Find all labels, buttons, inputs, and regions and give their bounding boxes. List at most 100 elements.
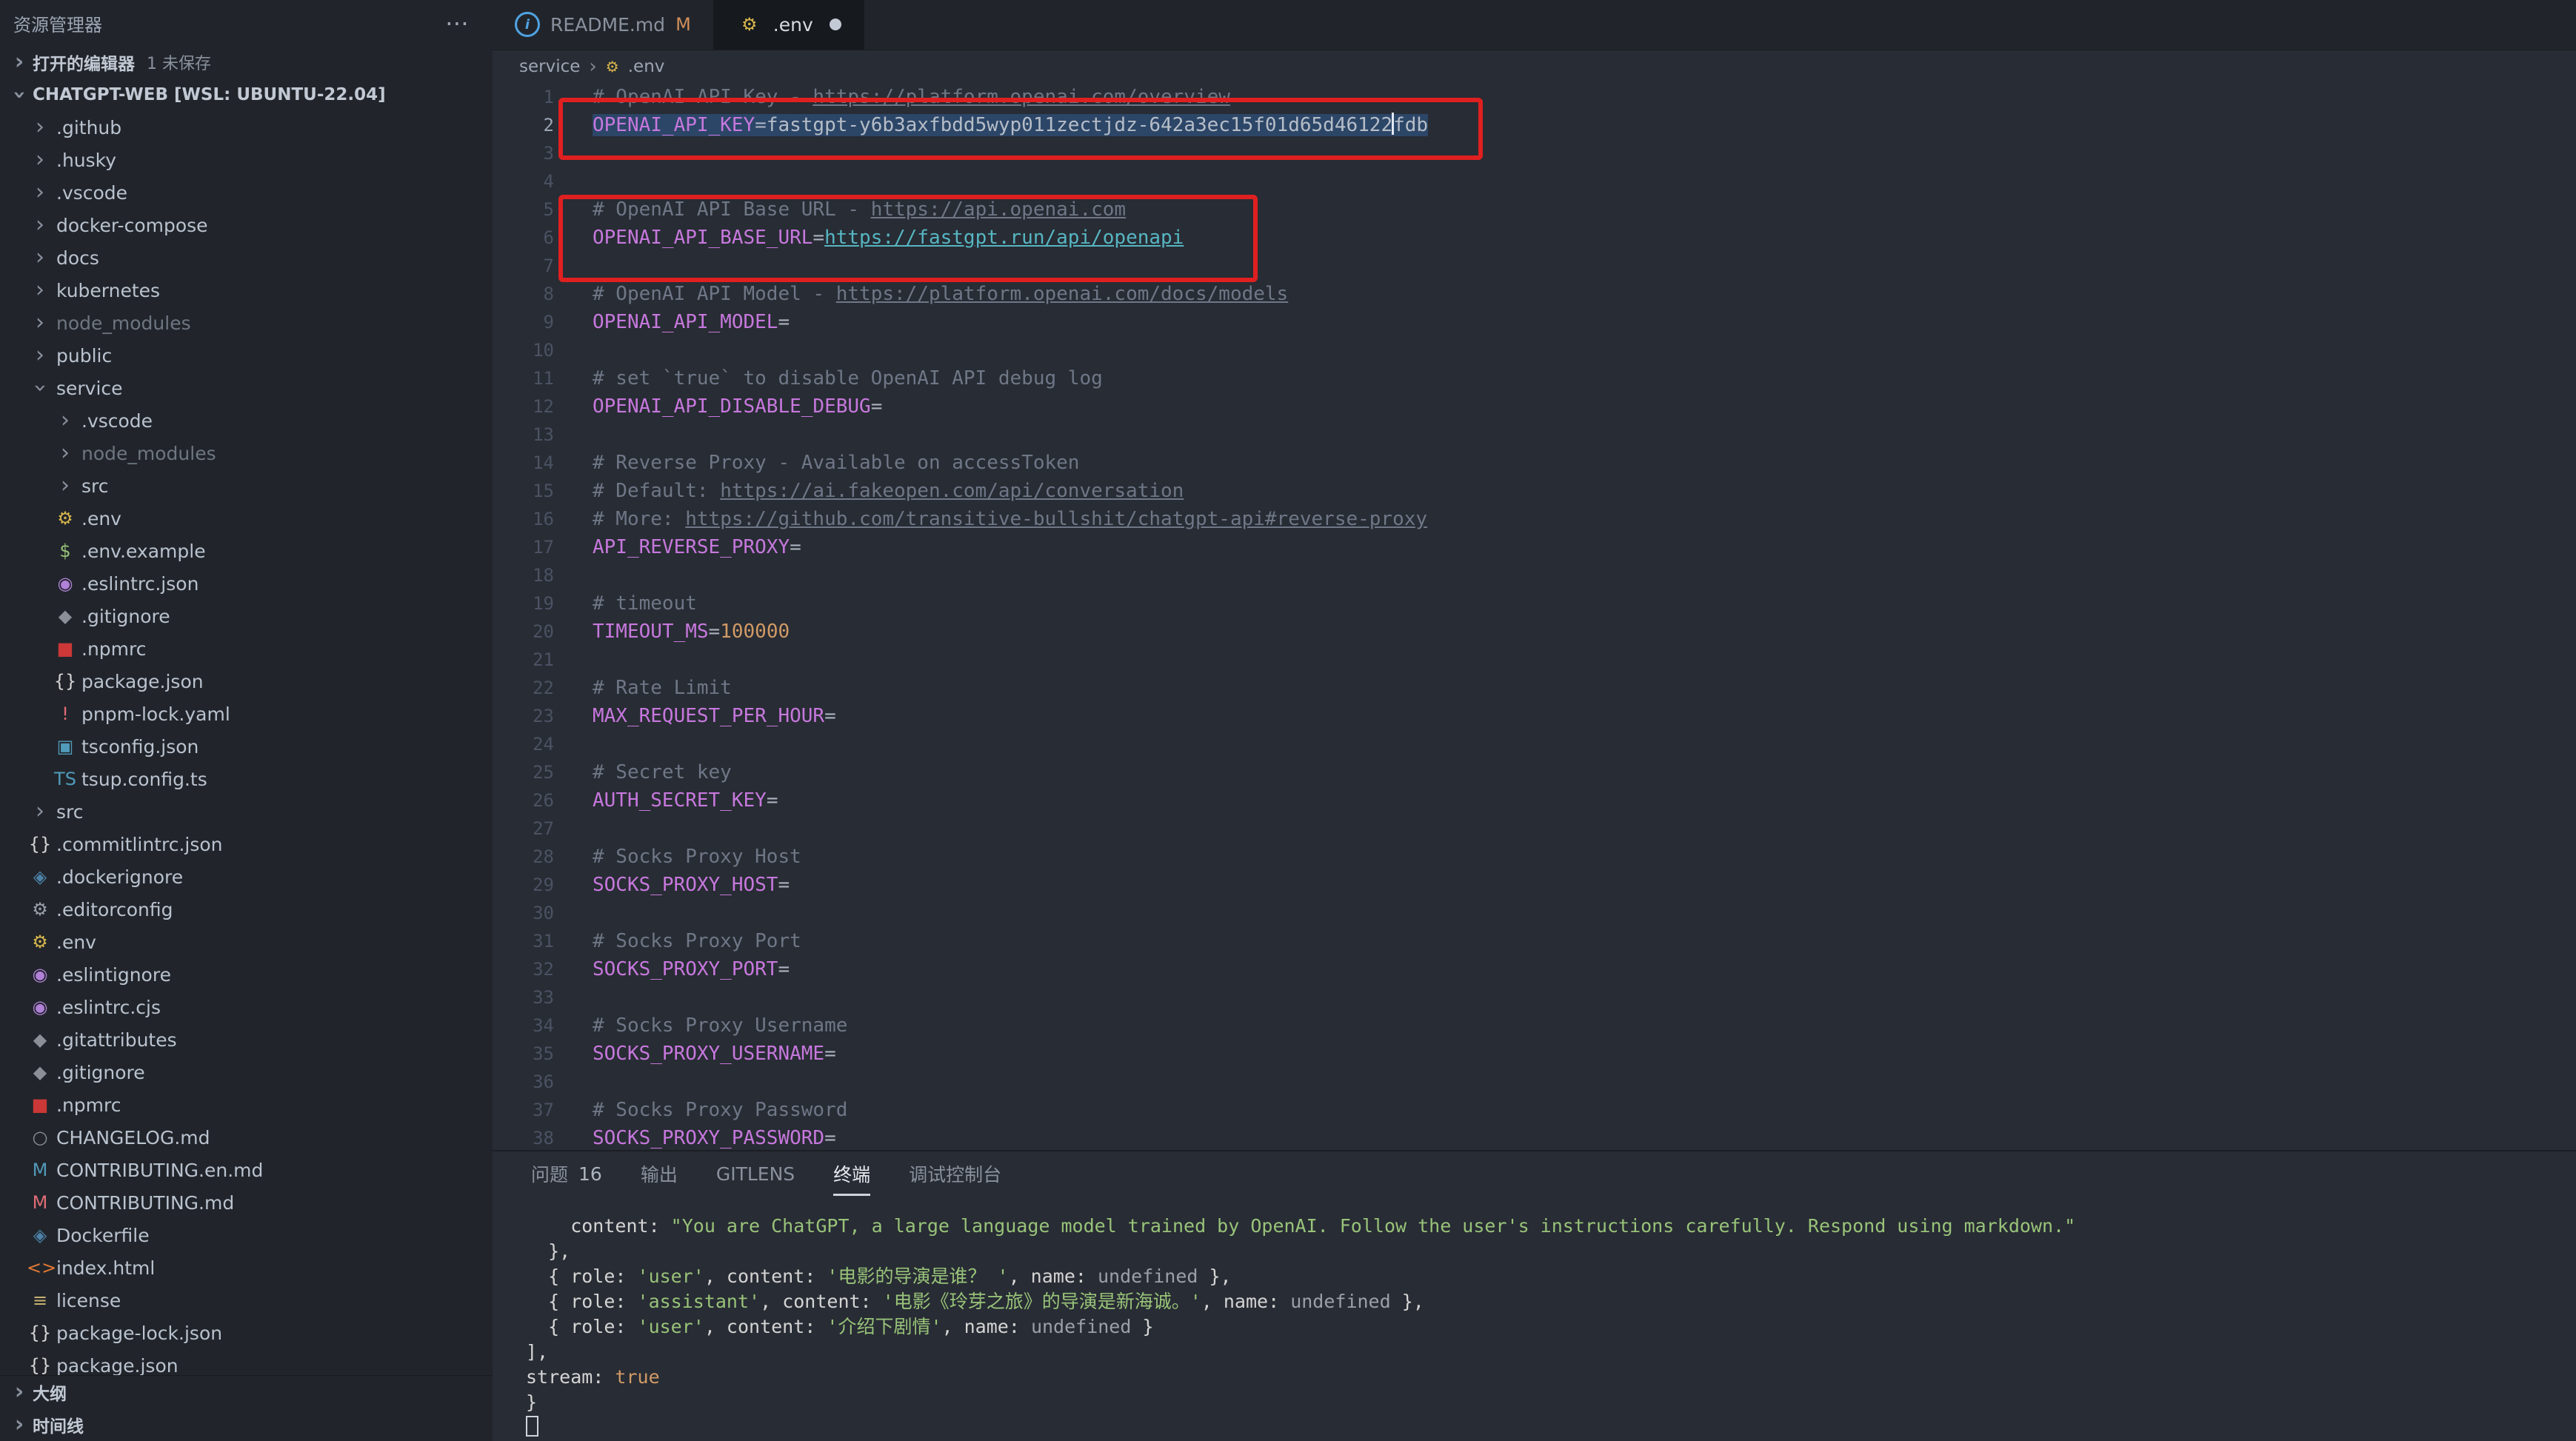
file-item-gitignore[interactable]: ◆.gitignore xyxy=(0,600,493,632)
code-line-37[interactable]: 37# Socks Proxy Password xyxy=(493,1096,2576,1124)
terminal[interactable]: content: "You are ChatGPT, a large langu… xyxy=(493,1196,2576,1441)
file-item-npmrc[interactable]: ■.npmrc xyxy=(0,1089,493,1121)
open-editors-header[interactable]: › 打开的编辑器 1 未保存 xyxy=(0,46,493,78)
panel-tab-gitlens[interactable]: GITLENS xyxy=(697,1151,814,1196)
file-item-contributing-en-md[interactable]: MCONTRIBUTING.en.md xyxy=(0,1154,493,1186)
code-line-3[interactable]: 3 xyxy=(493,139,2576,167)
code-line-27[interactable]: 27 xyxy=(493,815,2576,843)
breadcrumb-item[interactable]: .env xyxy=(628,57,665,76)
code-line-35[interactable]: 35SOCKS_PROXY_USERNAME= xyxy=(493,1040,2576,1068)
file-item-dockerfile[interactable]: ◈Dockerfile xyxy=(0,1219,493,1251)
file-item-package-json[interactable]: {}package.json xyxy=(0,665,493,698)
code-line-34[interactable]: 34# Socks Proxy Username xyxy=(493,1012,2576,1040)
code-line-8[interactable]: 8# OpenAI API Model - https://platform.o… xyxy=(493,280,2576,308)
file-item-pnpm-lock-yaml[interactable]: !pnpm-lock.yaml xyxy=(0,698,493,730)
tab-readme-md[interactable]: iREADME.mdM xyxy=(493,0,714,50)
code-line-17[interactable]: 17API_REVERSE_PROXY= xyxy=(493,533,2576,561)
panel-tab-问题[interactable]: 问题16 xyxy=(512,1151,621,1196)
code-line-19[interactable]: 19# timeout xyxy=(493,589,2576,618)
file-item-package-lock-json[interactable]: {}package-lock.json xyxy=(0,1317,493,1349)
line-number: 15 xyxy=(493,477,593,505)
code-line-10[interactable]: 10 xyxy=(493,336,2576,364)
code-line-15[interactable]: 15# Default: https://ai.fakeopen.com/api… xyxy=(493,477,2576,505)
timeline-section-header[interactable]: › 时间线 xyxy=(0,1408,493,1441)
folder-item-src[interactable]: ›src xyxy=(0,469,493,502)
code-line-25[interactable]: 25# Secret key xyxy=(493,758,2576,786)
code-line-2[interactable]: 2OPENAI_API_KEY=fastgpt-y6b3axfbdd5wyp01… xyxy=(493,111,2576,139)
code-line-36[interactable]: 36 xyxy=(493,1068,2576,1096)
file-item-commitlintrc-json[interactable]: {}.commitlintrc.json xyxy=(0,828,493,860)
code-line-11[interactable]: 11# set `true` to disable OpenAI API deb… xyxy=(493,364,2576,392)
code-line-1[interactable]: 1# OpenAI API Key - https://platform.ope… xyxy=(493,83,2576,111)
gear-icon: ⚙ xyxy=(52,508,79,529)
code-line-20[interactable]: 20TIMEOUT_MS=100000 xyxy=(493,618,2576,646)
file-item-index-html[interactable]: <>index.html xyxy=(0,1251,493,1284)
code-line-31[interactable]: 31# Socks Proxy Port xyxy=(493,927,2576,955)
code-line-6[interactable]: 6OPENAI_API_BASE_URL=https://fastgpt.run… xyxy=(493,224,2576,252)
project-root-header[interactable]: › CHATGPT-WEB [WSL: UBUNTU-22.04] xyxy=(0,78,493,111)
file-item-license[interactable]: ≡license xyxy=(0,1284,493,1317)
file-item-gitignore[interactable]: ◆.gitignore xyxy=(0,1056,493,1089)
file-item-eslintrc-cjs[interactable]: ◉.eslintrc.cjs xyxy=(0,991,493,1023)
code-line-21[interactable]: 21 xyxy=(493,646,2576,674)
folder-item-node-modules[interactable]: ›node_modules xyxy=(0,437,493,469)
folder-item-vscode[interactable]: ›.vscode xyxy=(0,176,493,209)
tab-env[interactable]: ⚙.env xyxy=(714,0,864,50)
folder-item-docker-compose[interactable]: ›docker-compose xyxy=(0,209,493,241)
code-editor[interactable]: 1# OpenAI API Key - https://platform.ope… xyxy=(493,83,2576,1150)
folder-item-src[interactable]: ›src xyxy=(0,795,493,828)
views-more-actions-icon[interactable]: ⋯ xyxy=(445,9,470,37)
code-line-22[interactable]: 22# Rate Limit xyxy=(493,674,2576,702)
panel-tab-调试控制台[interactable]: 调试控制台 xyxy=(890,1151,1021,1196)
breadcrumb-item[interactable]: service xyxy=(519,57,580,76)
file-item-editorconfig[interactable]: ⚙.editorconfig xyxy=(0,893,493,926)
code-line-12[interactable]: 12OPENAI_API_DISABLE_DEBUG= xyxy=(493,392,2576,421)
code-line-23[interactable]: 23MAX_REQUEST_PER_HOUR= xyxy=(493,702,2576,730)
code-line-24[interactable]: 24 xyxy=(493,730,2576,758)
terminal-line: { role: 'user', content: '介绍下剧情', name: … xyxy=(526,1314,2576,1340)
panel-tab-终端[interactable]: 终端 xyxy=(814,1151,890,1196)
code-line-4[interactable]: 4 xyxy=(493,167,2576,195)
code-line-26[interactable]: 26AUTH_SECRET_KEY= xyxy=(493,786,2576,815)
folder-item-docs[interactable]: ›docs xyxy=(0,241,493,274)
code-line-13[interactable]: 13 xyxy=(493,421,2576,449)
code-line-5[interactable]: 5# OpenAI API Base URL - https://api.ope… xyxy=(493,195,2576,224)
folder-item-node-modules[interactable]: ›node_modules xyxy=(0,307,493,339)
code-line-14[interactable]: 14# Reverse Proxy - Available on accessT… xyxy=(493,449,2576,477)
file-item-changelog-md[interactable]: ○CHANGELOG.md xyxy=(0,1121,493,1154)
file-item-env[interactable]: ⚙.env xyxy=(0,926,493,958)
code-line-18[interactable]: 18 xyxy=(493,561,2576,589)
code-line-29[interactable]: 29SOCKS_PROXY_HOST= xyxy=(493,871,2576,899)
line-content: SOCKS_PROXY_USERNAME= xyxy=(593,1040,836,1068)
folder-item-public[interactable]: ›public xyxy=(0,339,493,372)
file-item-npmrc[interactable]: ■.npmrc xyxy=(0,632,493,665)
line-number: 20 xyxy=(493,618,593,646)
code-line-32[interactable]: 32SOCKS_PROXY_PORT= xyxy=(493,955,2576,983)
file-item-eslintrc-json[interactable]: ◉.eslintrc.json xyxy=(0,567,493,600)
code-line-30[interactable]: 30 xyxy=(493,899,2576,927)
folder-item-github[interactable]: ›.github xyxy=(0,111,493,144)
outline-section-header[interactable]: › 大纲 xyxy=(0,1376,493,1408)
code-line-16[interactable]: 16# More: https://github.com/transitive-… xyxy=(493,505,2576,533)
panel-tab-输出[interactable]: 输出 xyxy=(621,1151,697,1196)
file-item-contributing-md[interactable]: MCONTRIBUTING.md xyxy=(0,1186,493,1219)
code-line-28[interactable]: 28# Socks Proxy Host xyxy=(493,843,2576,871)
unsaved-dot-icon[interactable] xyxy=(830,19,841,30)
file-item-dockerignore[interactable]: ◈.dockerignore xyxy=(0,860,493,893)
line-number: 24 xyxy=(493,730,593,758)
folder-item-husky[interactable]: ›.husky xyxy=(0,144,493,176)
folder-item-vscode[interactable]: ›.vscode xyxy=(0,404,493,437)
code-token: # Socks Proxy Username xyxy=(593,1014,847,1037)
file-item-tsup-config-ts[interactable]: TStsup.config.ts xyxy=(0,763,493,795)
file-item-env[interactable]: ⚙.env xyxy=(0,502,493,535)
file-item-env-example[interactable]: $.env.example xyxy=(0,535,493,567)
code-line-7[interactable]: 7 xyxy=(493,252,2576,280)
file-item-eslintignore[interactable]: ◉.eslintignore xyxy=(0,958,493,991)
file-item-tsconfig-json[interactable]: ▣tsconfig.json xyxy=(0,730,493,763)
code-line-38[interactable]: 38SOCKS_PROXY_PASSWORD= xyxy=(493,1124,2576,1150)
code-line-33[interactable]: 33 xyxy=(493,983,2576,1012)
folder-item-service[interactable]: ›service xyxy=(0,372,493,404)
file-item-gitattributes[interactable]: ◆.gitattributes xyxy=(0,1023,493,1056)
folder-item-kubernetes[interactable]: ›kubernetes xyxy=(0,274,493,307)
code-line-9[interactable]: 9OPENAI_API_MODEL= xyxy=(493,308,2576,336)
